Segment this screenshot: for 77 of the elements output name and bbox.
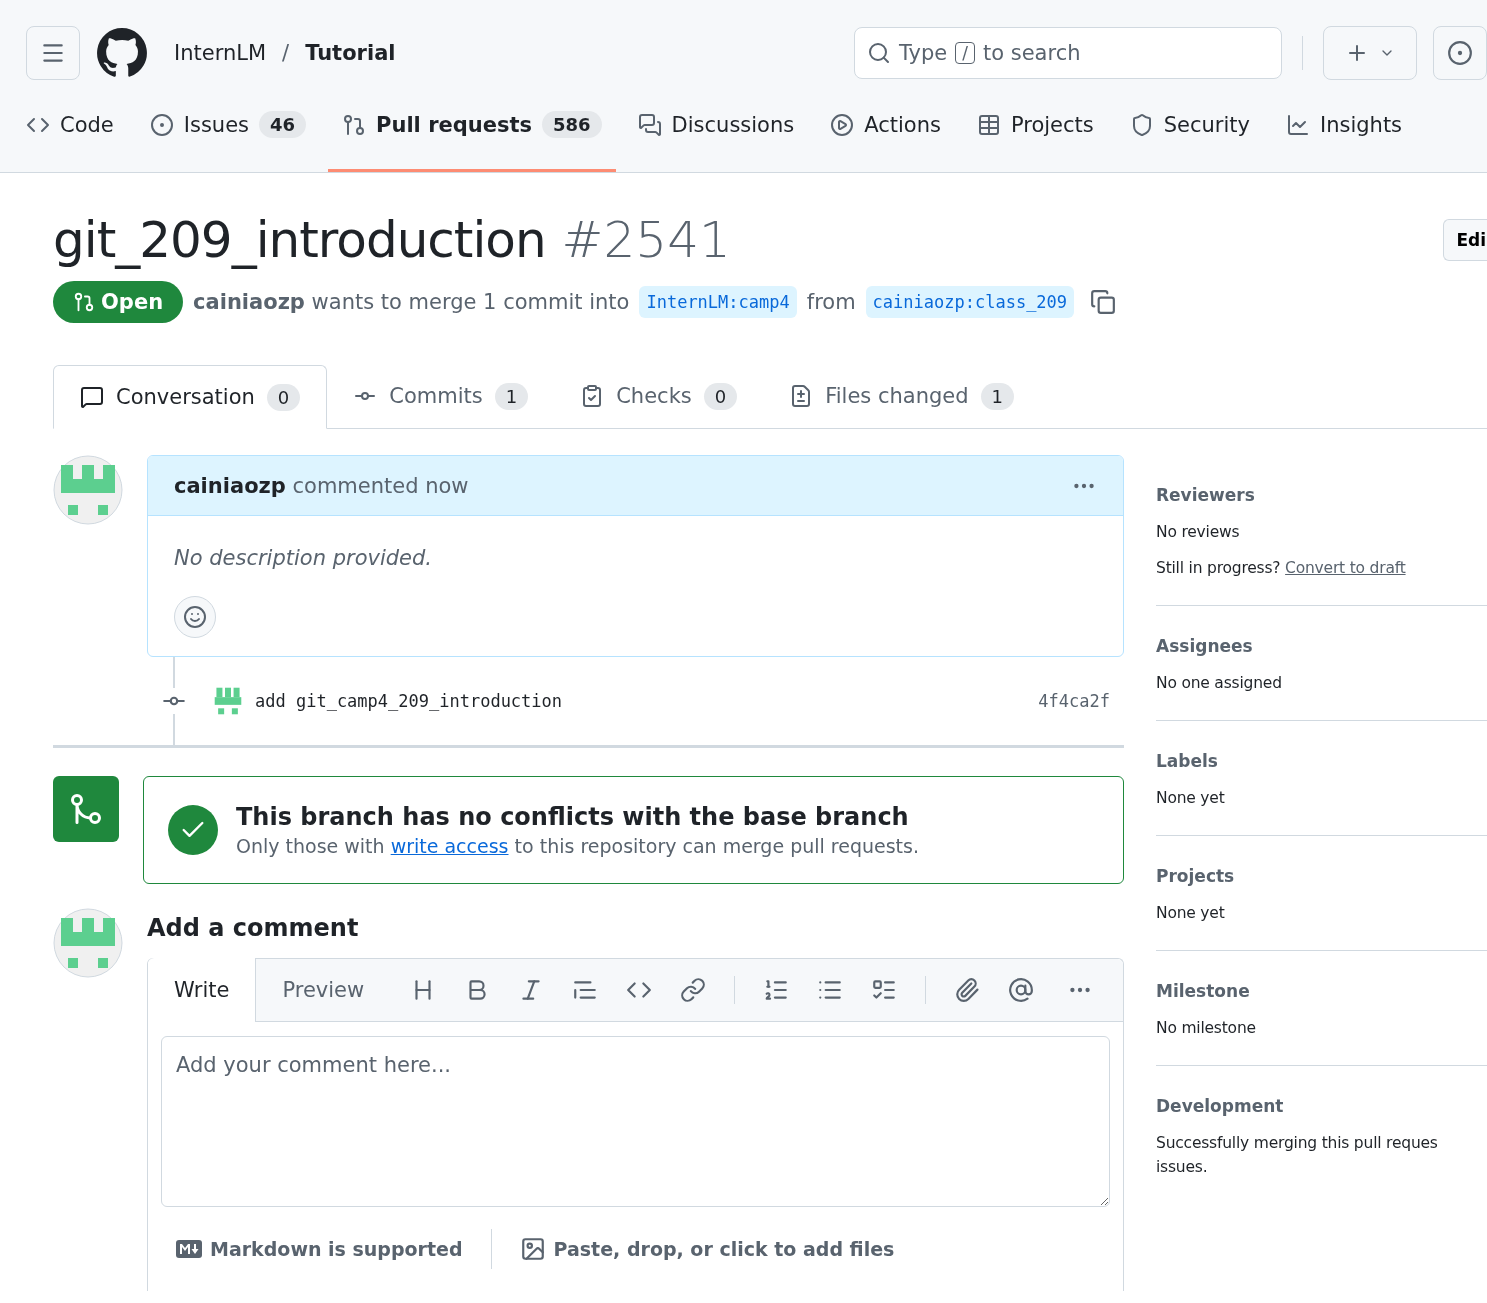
- search-field[interactable]: Type / to search: [854, 27, 1282, 79]
- line-chart-icon: [1285, 112, 1310, 137]
- avatar-icon: [53, 908, 123, 978]
- pr-tab[interactable]: Checks 0: [554, 364, 764, 428]
- avatar-icon: [213, 686, 243, 716]
- table-icon: [976, 112, 1001, 137]
- editor-tab[interactable]: Preview: [256, 958, 391, 1021]
- comment-input[interactable]: Add your comment here...: [161, 1036, 1110, 1207]
- check-icon: [168, 805, 218, 855]
- repo-tab[interactable]: Projects: [962, 80, 1108, 172]
- commit-message[interactable]: add git_camp4_209_introduction: [255, 691, 563, 711]
- merge-status-text: Only those with write access to this repository can merge pull requests.: [236, 835, 919, 857]
- merge-status-title: This branch has no conflicts with the base branch: [236, 803, 910, 831]
- circle-dot-icon: [149, 112, 174, 137]
- sidebar-text: None yet: [1156, 789, 1226, 807]
- repo-link[interactable]: Tutorial: [305, 41, 396, 65]
- status-badge: Open: [53, 281, 184, 323]
- image-icon: [519, 1236, 546, 1262]
- avatar-icon: [53, 455, 123, 525]
- menu-button[interactable]: [26, 26, 80, 80]
- speech-bubble-icon: [80, 385, 104, 409]
- circle-dot-icon: [1447, 40, 1473, 66]
- sidebar-heading[interactable]: Reviewers: [1156, 485, 1487, 505]
- speech-bubbles-icon: [637, 112, 662, 137]
- sidebar-text: Successfully merging this pull reques: [1156, 1134, 1439, 1152]
- owner-link[interactable]: InternLM: [174, 41, 267, 65]
- pr-tab[interactable]: Commits 1: [327, 364, 555, 428]
- copy-icon[interactable]: [1090, 289, 1117, 315]
- sidebar-text: No one assigned: [1156, 674, 1283, 692]
- repo-tab[interactable]: Insights: [1271, 80, 1417, 172]
- write-access-link[interactable]: write access: [390, 835, 509, 857]
- repo-tab[interactable]: Security: [1115, 80, 1264, 172]
- smiley-icon: [183, 605, 207, 629]
- head-branch-label[interactable]: cainiaozp:class_209: [865, 286, 1075, 318]
- pull-request-icon: [342, 112, 367, 137]
- issues-button[interactable]: [1433, 26, 1487, 80]
- pr-tab[interactable]: Files changed 1: [763, 364, 1040, 428]
- octocat-logo[interactable]: [96, 27, 148, 79]
- repo-tab[interactable]: Actions: [816, 80, 955, 172]
- repo-tab[interactable]: Code: [12, 80, 128, 172]
- sidebar-text: No reviews: [1156, 523, 1241, 541]
- search-icon: [867, 41, 891, 65]
- sidebar-heading[interactable]: Labels: [1156, 751, 1487, 771]
- pr-summary: cainiaozp wants to merge 1 commit into: [193, 290, 630, 314]
- draft-prompt: Still in progress? Convert to draft: [1156, 559, 1407, 577]
- commit-sha[interactable]: 4f4ca2f: [1038, 691, 1110, 711]
- edit-button[interactable]: Edi: [1443, 219, 1487, 261]
- base-branch-label[interactable]: InternLM:camp4: [639, 286, 797, 318]
- link-icon[interactable]: [680, 976, 707, 1003]
- convert-to-draft-link[interactable]: Convert to draft: [1285, 559, 1406, 577]
- play-circle-icon: [830, 112, 855, 137]
- markdown-note: Markdown is supported: [176, 1238, 463, 1260]
- sidebar-heading[interactable]: Assignees: [1156, 636, 1487, 656]
- pr-tab[interactable]: Conversation 0: [53, 365, 328, 429]
- pr-number: #2541: [561, 211, 731, 269]
- comment-body: No description provided.: [174, 546, 433, 570]
- repo-tab[interactable]: Issues 46: [135, 80, 321, 172]
- from-text: from: [806, 290, 856, 314]
- reaction-button[interactable]: [174, 596, 216, 638]
- repo-tab[interactable]: Discussions: [623, 80, 809, 172]
- sidebar-heading[interactable]: Projects: [1156, 866, 1487, 886]
- repo-tab[interactable]: Pull requests 586: [328, 80, 616, 172]
- attach-files-button[interactable]: Paste, drop, or click to add files: [519, 1236, 895, 1262]
- markdown-icon: [176, 1240, 202, 1258]
- mention-icon[interactable]: [1008, 976, 1035, 1003]
- merge-icon: [53, 776, 119, 842]
- editor-tab[interactable]: Write: [148, 958, 257, 1022]
- sidebar-heading[interactable]: Development: [1156, 1096, 1487, 1116]
- sidebar-text: issues.: [1156, 1158, 1209, 1176]
- comment-header-text: cainiaozp commented now: [174, 473, 469, 498]
- add-comment-heading: Add a comment: [147, 914, 360, 942]
- paperclip-icon[interactable]: [954, 976, 981, 1003]
- pr-title: git_209_introduction: [53, 211, 546, 269]
- sidebar-heading[interactable]: Milestone: [1156, 981, 1487, 1001]
- sidebar-text: No milestone: [1156, 1019, 1257, 1037]
- sidebar-text: None yet: [1156, 904, 1226, 922]
- breadcrumb-separator: /: [282, 41, 290, 65]
